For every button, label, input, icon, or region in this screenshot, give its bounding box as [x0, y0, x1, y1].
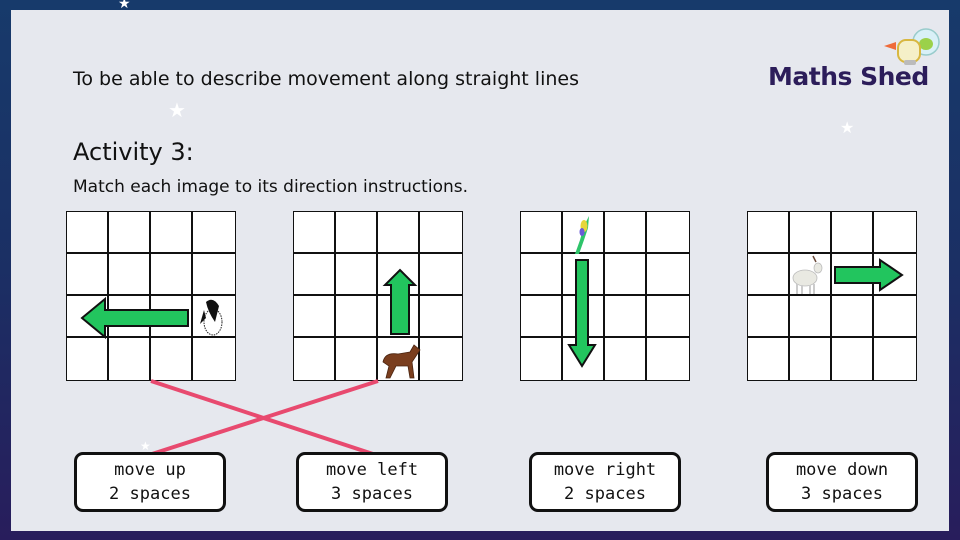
card-line-2: 3 spaces [331, 484, 413, 504]
parrot-icon [575, 216, 589, 254]
arrow-up-icon [382, 268, 418, 335]
card-line-2: 2 spaces [109, 484, 191, 504]
card-move-down-3[interactable]: move down 3 spaces [766, 452, 918, 512]
card-line-2: 2 spaces [564, 484, 646, 504]
card-line-1: move left [325, 460, 419, 480]
card-line-1: move up [114, 460, 186, 480]
card-line-1: move right [553, 460, 657, 480]
card-move-left-3[interactable]: move left 3 spaces [296, 452, 448, 512]
card-line-2: 3 spaces [801, 484, 883, 504]
card-line-1: move down [795, 460, 889, 480]
penguin-icon [200, 299, 223, 336]
card-move-right-2[interactable]: move right 2 spaces [529, 452, 681, 512]
goat-icon [792, 255, 823, 294]
arrow-right-icon [834, 258, 904, 292]
arrow-down-icon [567, 259, 597, 368]
card-move-up-2[interactable]: move up 2 spaces [74, 452, 226, 512]
arrow-left-icon [80, 296, 189, 340]
horse-icon [382, 344, 421, 379]
